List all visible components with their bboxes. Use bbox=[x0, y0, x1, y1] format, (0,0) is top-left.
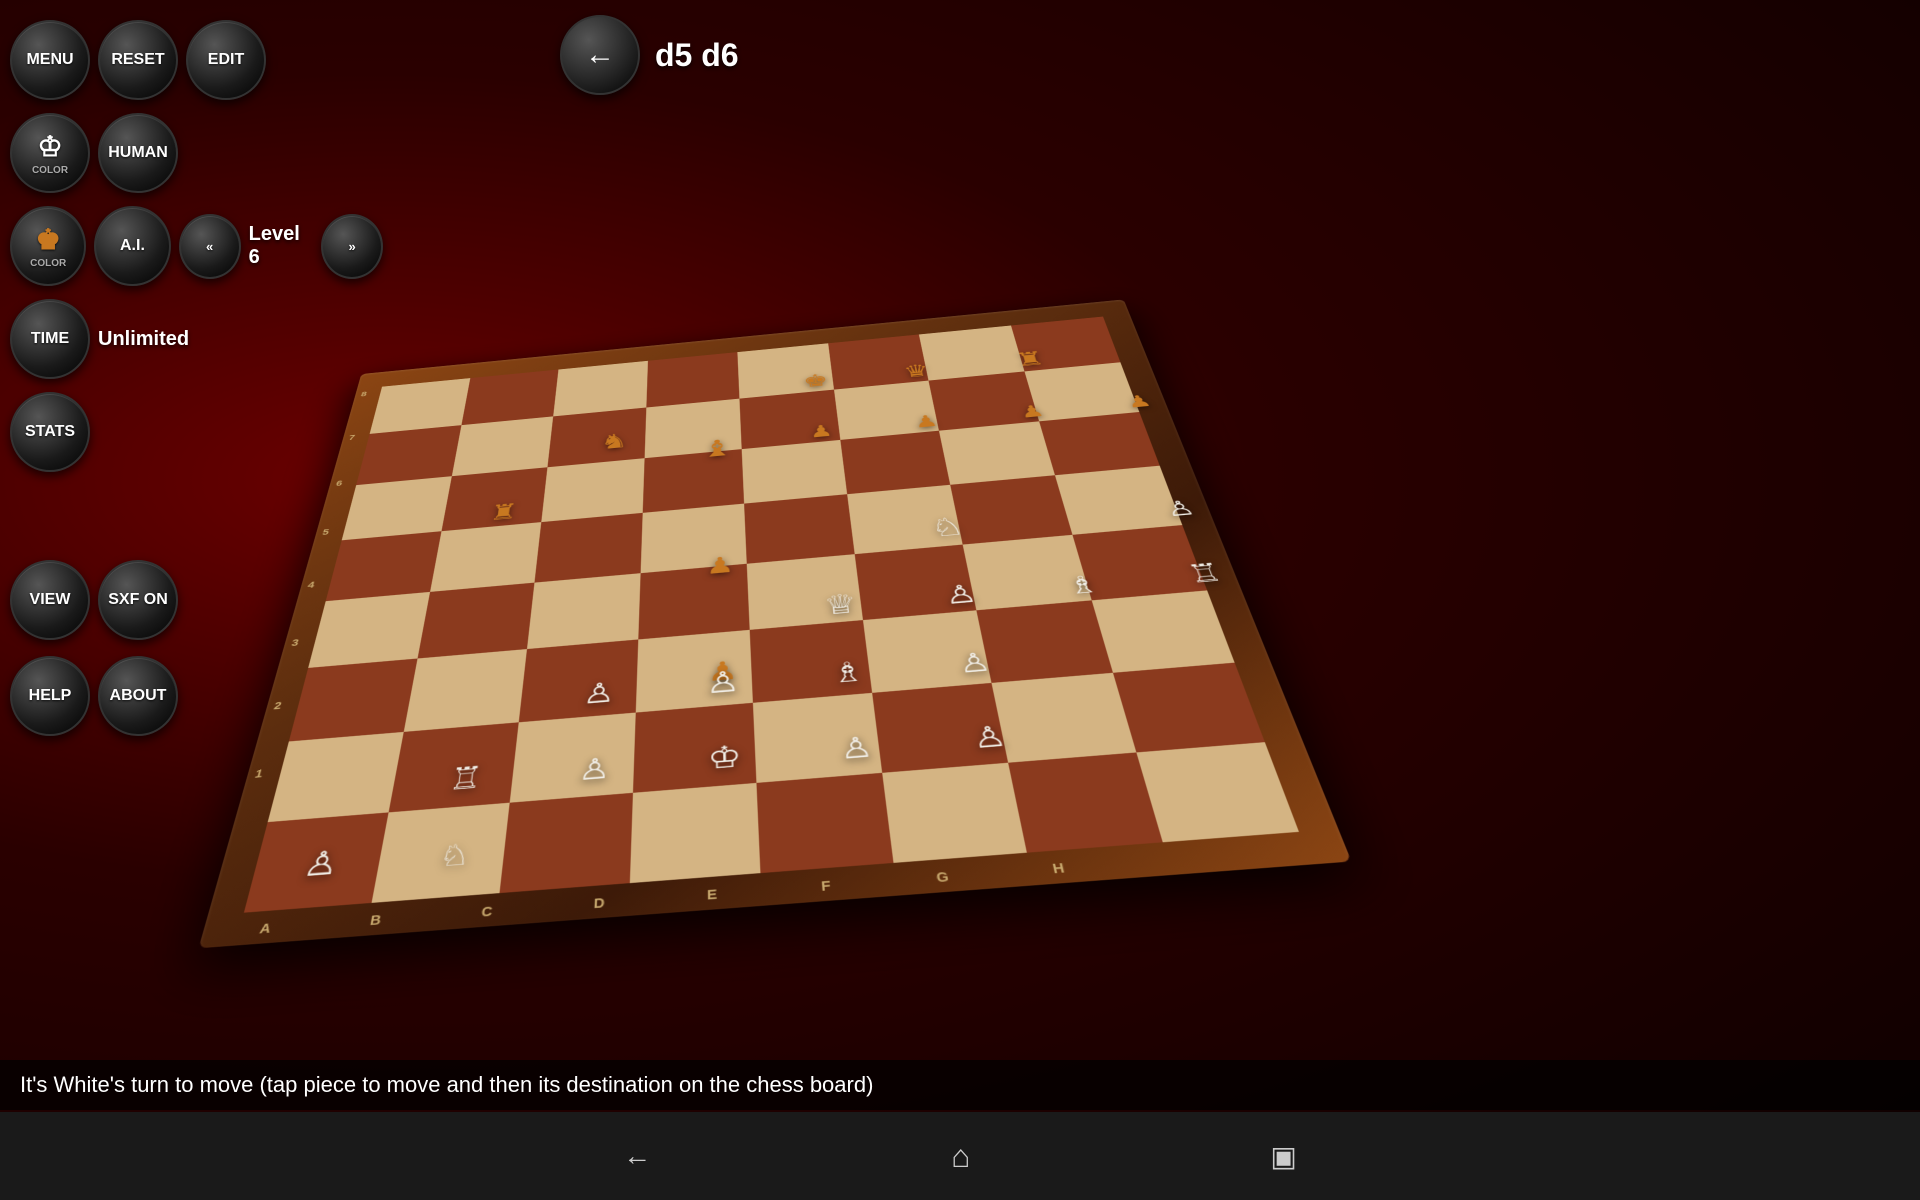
square-a4[interactable] bbox=[308, 592, 429, 668]
piece-black-pawn-d6[interactable]: ♟ bbox=[663, 513, 778, 581]
piece-white-bishop-g4[interactable]: ♗ bbox=[1009, 529, 1147, 602]
piece-black-rook-b6[interactable]: ♜ bbox=[449, 465, 562, 527]
piece-black-pawn-e7[interactable]: ♟ bbox=[766, 386, 875, 444]
home-nav-button[interactable]: ⌂ bbox=[951, 1138, 970, 1175]
square-b5[interactable] bbox=[430, 522, 542, 592]
file-f: F bbox=[821, 878, 832, 894]
move-notation: d5 d6 bbox=[655, 37, 739, 74]
square-f1[interactable] bbox=[882, 763, 1027, 863]
square-h1[interactable] bbox=[1136, 742, 1299, 842]
piece-white-pawn-a1[interactable]: ♙ bbox=[251, 792, 401, 886]
edit-button[interactable]: EDIT bbox=[186, 20, 266, 100]
square-g1[interactable] bbox=[1008, 753, 1162, 853]
left-panel: MENU RESET EDIT ♔ COLOR HUMAN ♚ COLOR A.… bbox=[0, 10, 140, 746]
square-h3[interactable] bbox=[1091, 590, 1234, 672]
back-nav-button[interactable]: ← bbox=[623, 1140, 651, 1172]
rank-7: 7 bbox=[348, 433, 356, 441]
piece-white-pawn-c3[interactable]: ♙ bbox=[536, 633, 662, 712]
wood-border: 8 7 6 5 4 3 2 1 A B C D E F G H bbox=[198, 299, 1351, 948]
square-a6[interactable] bbox=[342, 476, 452, 540]
piece-white-pawn-f2[interactable]: ♙ bbox=[913, 671, 1060, 758]
time-value: Unlimited bbox=[98, 328, 189, 351]
piece-white-pawn-f3[interactable]: ♙ bbox=[902, 602, 1041, 681]
help-button[interactable]: HELP bbox=[10, 656, 90, 736]
human-button[interactable]: HUMAN bbox=[98, 113, 178, 193]
rank-4: 4 bbox=[307, 580, 316, 590]
status-message: It's White's turn to move (tap piece to … bbox=[20, 1072, 873, 1098]
color1-label: COLOR bbox=[32, 165, 68, 176]
sxf-button[interactable]: SXF ON bbox=[98, 560, 178, 640]
square-a3[interactable] bbox=[289, 658, 417, 741]
help-row: HELP ABOUT bbox=[10, 656, 178, 736]
file-c: C bbox=[481, 904, 494, 920]
rank-8: 8 bbox=[360, 390, 368, 398]
black-king-icon: ♚ bbox=[36, 223, 61, 256]
rank-3: 3 bbox=[290, 637, 300, 648]
board-3d[interactable]: 8 7 6 5 4 3 2 1 A B C D E F G H bbox=[198, 299, 1351, 948]
piece-black-bishop-d7[interactable]: ♝ bbox=[665, 406, 770, 465]
time-button[interactable]: TIME bbox=[10, 299, 90, 379]
status-bar: It's White's turn to move (tap piece to … bbox=[0, 1060, 1920, 1110]
piece-white-pawn-c2[interactable]: ♙ bbox=[528, 702, 660, 789]
rank-6: 6 bbox=[335, 479, 343, 488]
piece-black-knight-c7[interactable]: ♞ bbox=[562, 399, 666, 456]
color2-button[interactable]: ♚ COLOR bbox=[10, 206, 86, 286]
piece-white-rook-h4[interactable]: ♖ bbox=[1127, 519, 1272, 592]
piece-white-queen-e4[interactable]: ♕ bbox=[777, 550, 902, 623]
ai-row: ♚ COLOR A.I. « Level 6 » bbox=[10, 206, 383, 286]
color2-label: COLOR bbox=[30, 258, 66, 269]
piece-white-knight-g5[interactable]: ♘ bbox=[883, 478, 1008, 545]
about-button[interactable]: ABOUT bbox=[98, 656, 178, 736]
piece-white-king-d2[interactable]: ♔ bbox=[659, 692, 791, 779]
file-h: H bbox=[1051, 860, 1066, 876]
square-b4[interactable] bbox=[417, 583, 534, 659]
piece-white-bishop-e3[interactable]: ♗ bbox=[782, 613, 914, 692]
file-b: B bbox=[369, 912, 382, 928]
piece-white-pawn-e2[interactable]: ♙ bbox=[786, 681, 925, 768]
menu-button[interactable]: MENU bbox=[10, 20, 90, 100]
square-e1[interactable] bbox=[756, 773, 892, 873]
square-d1[interactable] bbox=[629, 783, 760, 883]
chess-board-area: 8 7 6 5 4 3 2 1 A B C D E F G H bbox=[150, 0, 1920, 1110]
rank-1: 1 bbox=[254, 767, 265, 780]
white-king-icon: ♔ bbox=[37, 130, 62, 163]
rank-5: 5 bbox=[321, 527, 330, 536]
level-next-button[interactable]: » bbox=[321, 214, 383, 279]
piece-white-knight-b1[interactable]: ♘ bbox=[385, 782, 529, 876]
back-arrow-icon: ← bbox=[585, 38, 615, 72]
view-row: VIEW SXF ON bbox=[10, 560, 178, 640]
level-prev-button[interactable]: « bbox=[179, 214, 241, 279]
piece-white-pawn-d3[interactable]: ♙ bbox=[661, 623, 787, 702]
reset-button[interactable]: RESET bbox=[98, 20, 178, 100]
file-e: E bbox=[707, 887, 717, 903]
piece-black-pawn-h7[interactable]: ♟ bbox=[1072, 357, 1196, 414]
nav-bar: ← ⌂ ▣ bbox=[0, 1112, 1920, 1200]
recent-nav-button[interactable]: ▣ bbox=[1270, 1140, 1296, 1173]
stats-button[interactable]: STATS bbox=[10, 392, 90, 472]
square-c5[interactable] bbox=[534, 513, 642, 583]
color1-button[interactable]: ♔ COLOR bbox=[10, 113, 90, 193]
file-d: D bbox=[593, 895, 605, 911]
square-h2[interactable] bbox=[1112, 662, 1265, 752]
file-g: G bbox=[935, 869, 949, 885]
back-move-button[interactable]: ← bbox=[560, 15, 640, 95]
stats-row: STATS bbox=[10, 392, 90, 472]
view-button[interactable]: VIEW bbox=[10, 560, 90, 640]
square-a5[interactable] bbox=[326, 531, 441, 601]
rank-2: 2 bbox=[273, 700, 283, 712]
piece-white-pawn-f4[interactable]: ♙ bbox=[893, 540, 1025, 613]
piece-white-pawn-h5[interactable]: ♙ bbox=[1106, 457, 1243, 524]
file-a: A bbox=[258, 920, 272, 936]
top-buttons-row: MENU RESET EDIT bbox=[10, 20, 266, 100]
color-human-row: ♔ COLOR HUMAN bbox=[10, 113, 178, 193]
piece-black-pawn-f7[interactable]: ♟ bbox=[867, 376, 981, 433]
move-indicator: ← d5 d6 bbox=[560, 15, 739, 95]
square-g6[interactable] bbox=[939, 421, 1055, 485]
piece-black-pawn-g7[interactable]: ♟ bbox=[969, 367, 1088, 424]
time-row: TIME Unlimited bbox=[10, 299, 189, 379]
level-display: Level 6 bbox=[249, 223, 314, 269]
ai-button[interactable]: A.I. bbox=[94, 206, 170, 286]
